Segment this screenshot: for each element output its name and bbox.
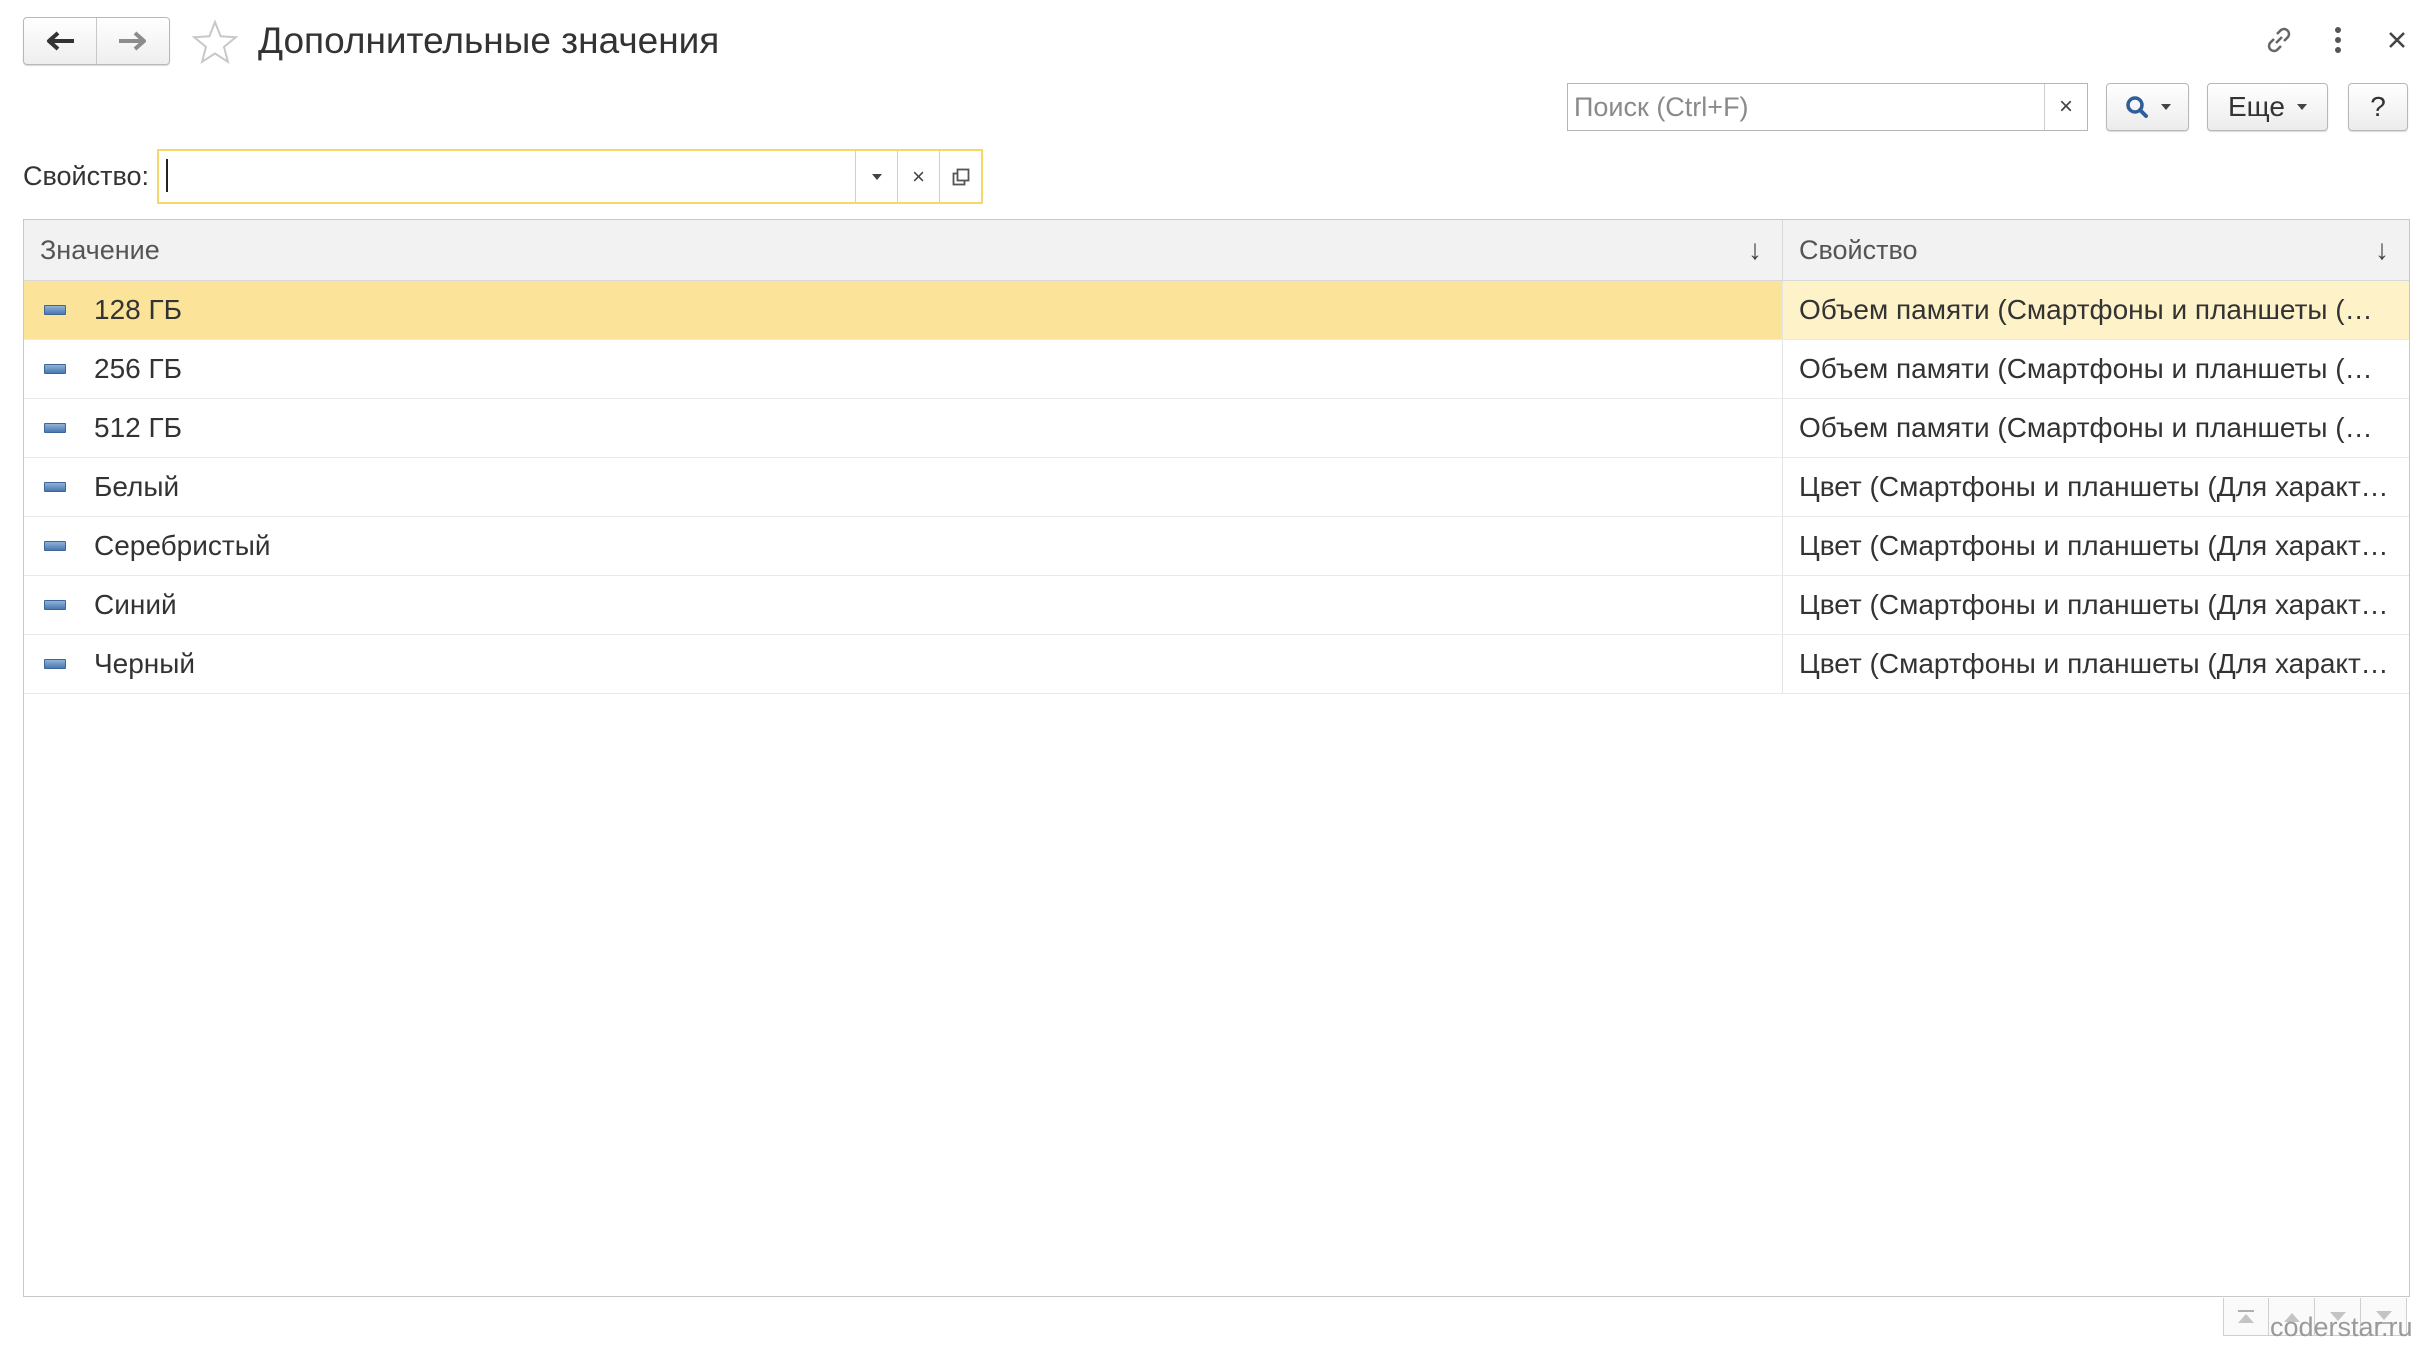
- close-window-button[interactable]: [2375, 18, 2419, 62]
- list-item-icon: [44, 541, 66, 551]
- cell-property: Цвет (Смартфоны и планшеты (Для характер…: [1799, 648, 2389, 679]
- values-table: Значение ↓ Свойство ↓ 128 ГБ Объем памят…: [23, 219, 2410, 1297]
- help-button[interactable]: ?: [2348, 83, 2408, 131]
- arrow-left-icon: [47, 31, 74, 51]
- scroll-top-icon: [2238, 1309, 2254, 1323]
- cell-value: 256 ГБ: [24, 340, 1783, 398]
- text-cursor: [166, 159, 168, 192]
- list-item-icon: [44, 364, 66, 374]
- sort-arrow-icon: ↓: [2375, 234, 2389, 265]
- property-filter-field: ×: [157, 149, 983, 204]
- cell-property: Цвет (Смартфоны и планшеты (Для характер…: [1799, 530, 2389, 561]
- cell-value: Синий: [24, 576, 1783, 634]
- nav-button-group: [23, 17, 170, 65]
- table-row[interactable]: Черный Цвет (Смартфоны и планшеты (Для х…: [24, 635, 2409, 694]
- more-vertical-icon: [2335, 27, 2341, 53]
- close-icon: [2389, 32, 2405, 48]
- link-icon: [2267, 27, 2291, 53]
- page: Дополнительные значения × Еще: [0, 0, 2426, 1351]
- search-icon: [2125, 96, 2148, 118]
- cell-value: Черный: [24, 635, 1783, 693]
- chevron-down-icon: [2296, 104, 2307, 110]
- property-filter-label: Свойство:: [23, 161, 150, 191]
- column-header-property[interactable]: Свойство ↓: [1783, 220, 2409, 280]
- arrow-right-icon: [119, 31, 146, 51]
- column-header-value[interactable]: Значение ↓: [24, 220, 1783, 280]
- property-open-button[interactable]: [939, 151, 981, 202]
- cell-property: Объем памяти (Смартфоны и планшеты (Для …: [1799, 353, 2389, 384]
- search-options-button[interactable]: [2106, 83, 2189, 131]
- more-button-label: Еще: [2228, 91, 2285, 122]
- open-window-icon: [952, 168, 969, 185]
- list-item-icon: [44, 423, 66, 433]
- link-button[interactable]: [2257, 18, 2301, 62]
- help-button-label: ?: [2370, 91, 2386, 122]
- cell-property: Объем памяти (Смартфоны и планшеты (Для …: [1783, 281, 2409, 339]
- table-row[interactable]: 512 ГБ Объем памяти (Смартфоны и планшет…: [24, 399, 2409, 458]
- table-row[interactable]: 128 ГБ Объем памяти (Смартфоны и планшет…: [24, 281, 2409, 340]
- table-row[interactable]: 256 ГБ Объем памяти (Смартфоны и планшет…: [24, 340, 2409, 399]
- cell-property: Объем памяти (Смартфоны и планшеты (Для …: [1799, 412, 2389, 443]
- star-icon: [192, 19, 238, 65]
- scroll-to-top-button[interactable]: [2223, 1298, 2269, 1336]
- chevron-down-icon: [871, 173, 882, 180]
- cell-value: 512 ГБ: [24, 399, 1783, 457]
- sort-arrow-icon: ↓: [1748, 234, 1762, 265]
- cell-value: Серебристый: [24, 517, 1783, 575]
- search-clear-button[interactable]: ×: [2044, 84, 2087, 130]
- search-input[interactable]: [1568, 84, 2044, 130]
- cell-value: Белый: [24, 458, 1783, 516]
- column-header-label: Свойство: [1799, 234, 1918, 265]
- table-row[interactable]: Синий Цвет (Смартфоны и планшеты (Для ха…: [24, 576, 2409, 635]
- list-item-icon: [44, 659, 66, 669]
- more-button[interactable]: Еще: [2207, 83, 2328, 131]
- search-box: ×: [1567, 83, 2088, 131]
- list-item-icon: [44, 305, 66, 315]
- table-header: Значение ↓ Свойство ↓: [24, 220, 2409, 281]
- property-clear-button[interactable]: ×: [897, 151, 939, 202]
- column-header-label: Значение: [40, 234, 160, 265]
- table-row[interactable]: Серебристый Цвет (Смартфоны и планшеты (…: [24, 517, 2409, 576]
- back-button[interactable]: [24, 18, 96, 64]
- forward-button[interactable]: [96, 18, 169, 64]
- table-row[interactable]: Белый Цвет (Смартфоны и планшеты (Для ха…: [24, 458, 2409, 517]
- more-actions-button[interactable]: [2316, 18, 2360, 62]
- cell-property: Цвет (Смартфоны и планшеты (Для характер…: [1799, 471, 2389, 502]
- page-title: Дополнительные значения: [258, 20, 720, 61]
- list-item-icon: [44, 600, 66, 610]
- favorite-star-button[interactable]: [190, 17, 240, 67]
- watermark: coderstar.ru: [2270, 1312, 2413, 1342]
- cell-value: 128 ГБ: [24, 281, 1783, 339]
- property-filter-input[interactable]: [159, 151, 855, 202]
- chevron-down-icon: [2160, 104, 2171, 110]
- list-item-icon: [44, 482, 66, 492]
- property-dropdown-button[interactable]: [855, 151, 897, 202]
- cell-property: Цвет (Смартфоны и планшеты (Для характер…: [1799, 589, 2389, 620]
